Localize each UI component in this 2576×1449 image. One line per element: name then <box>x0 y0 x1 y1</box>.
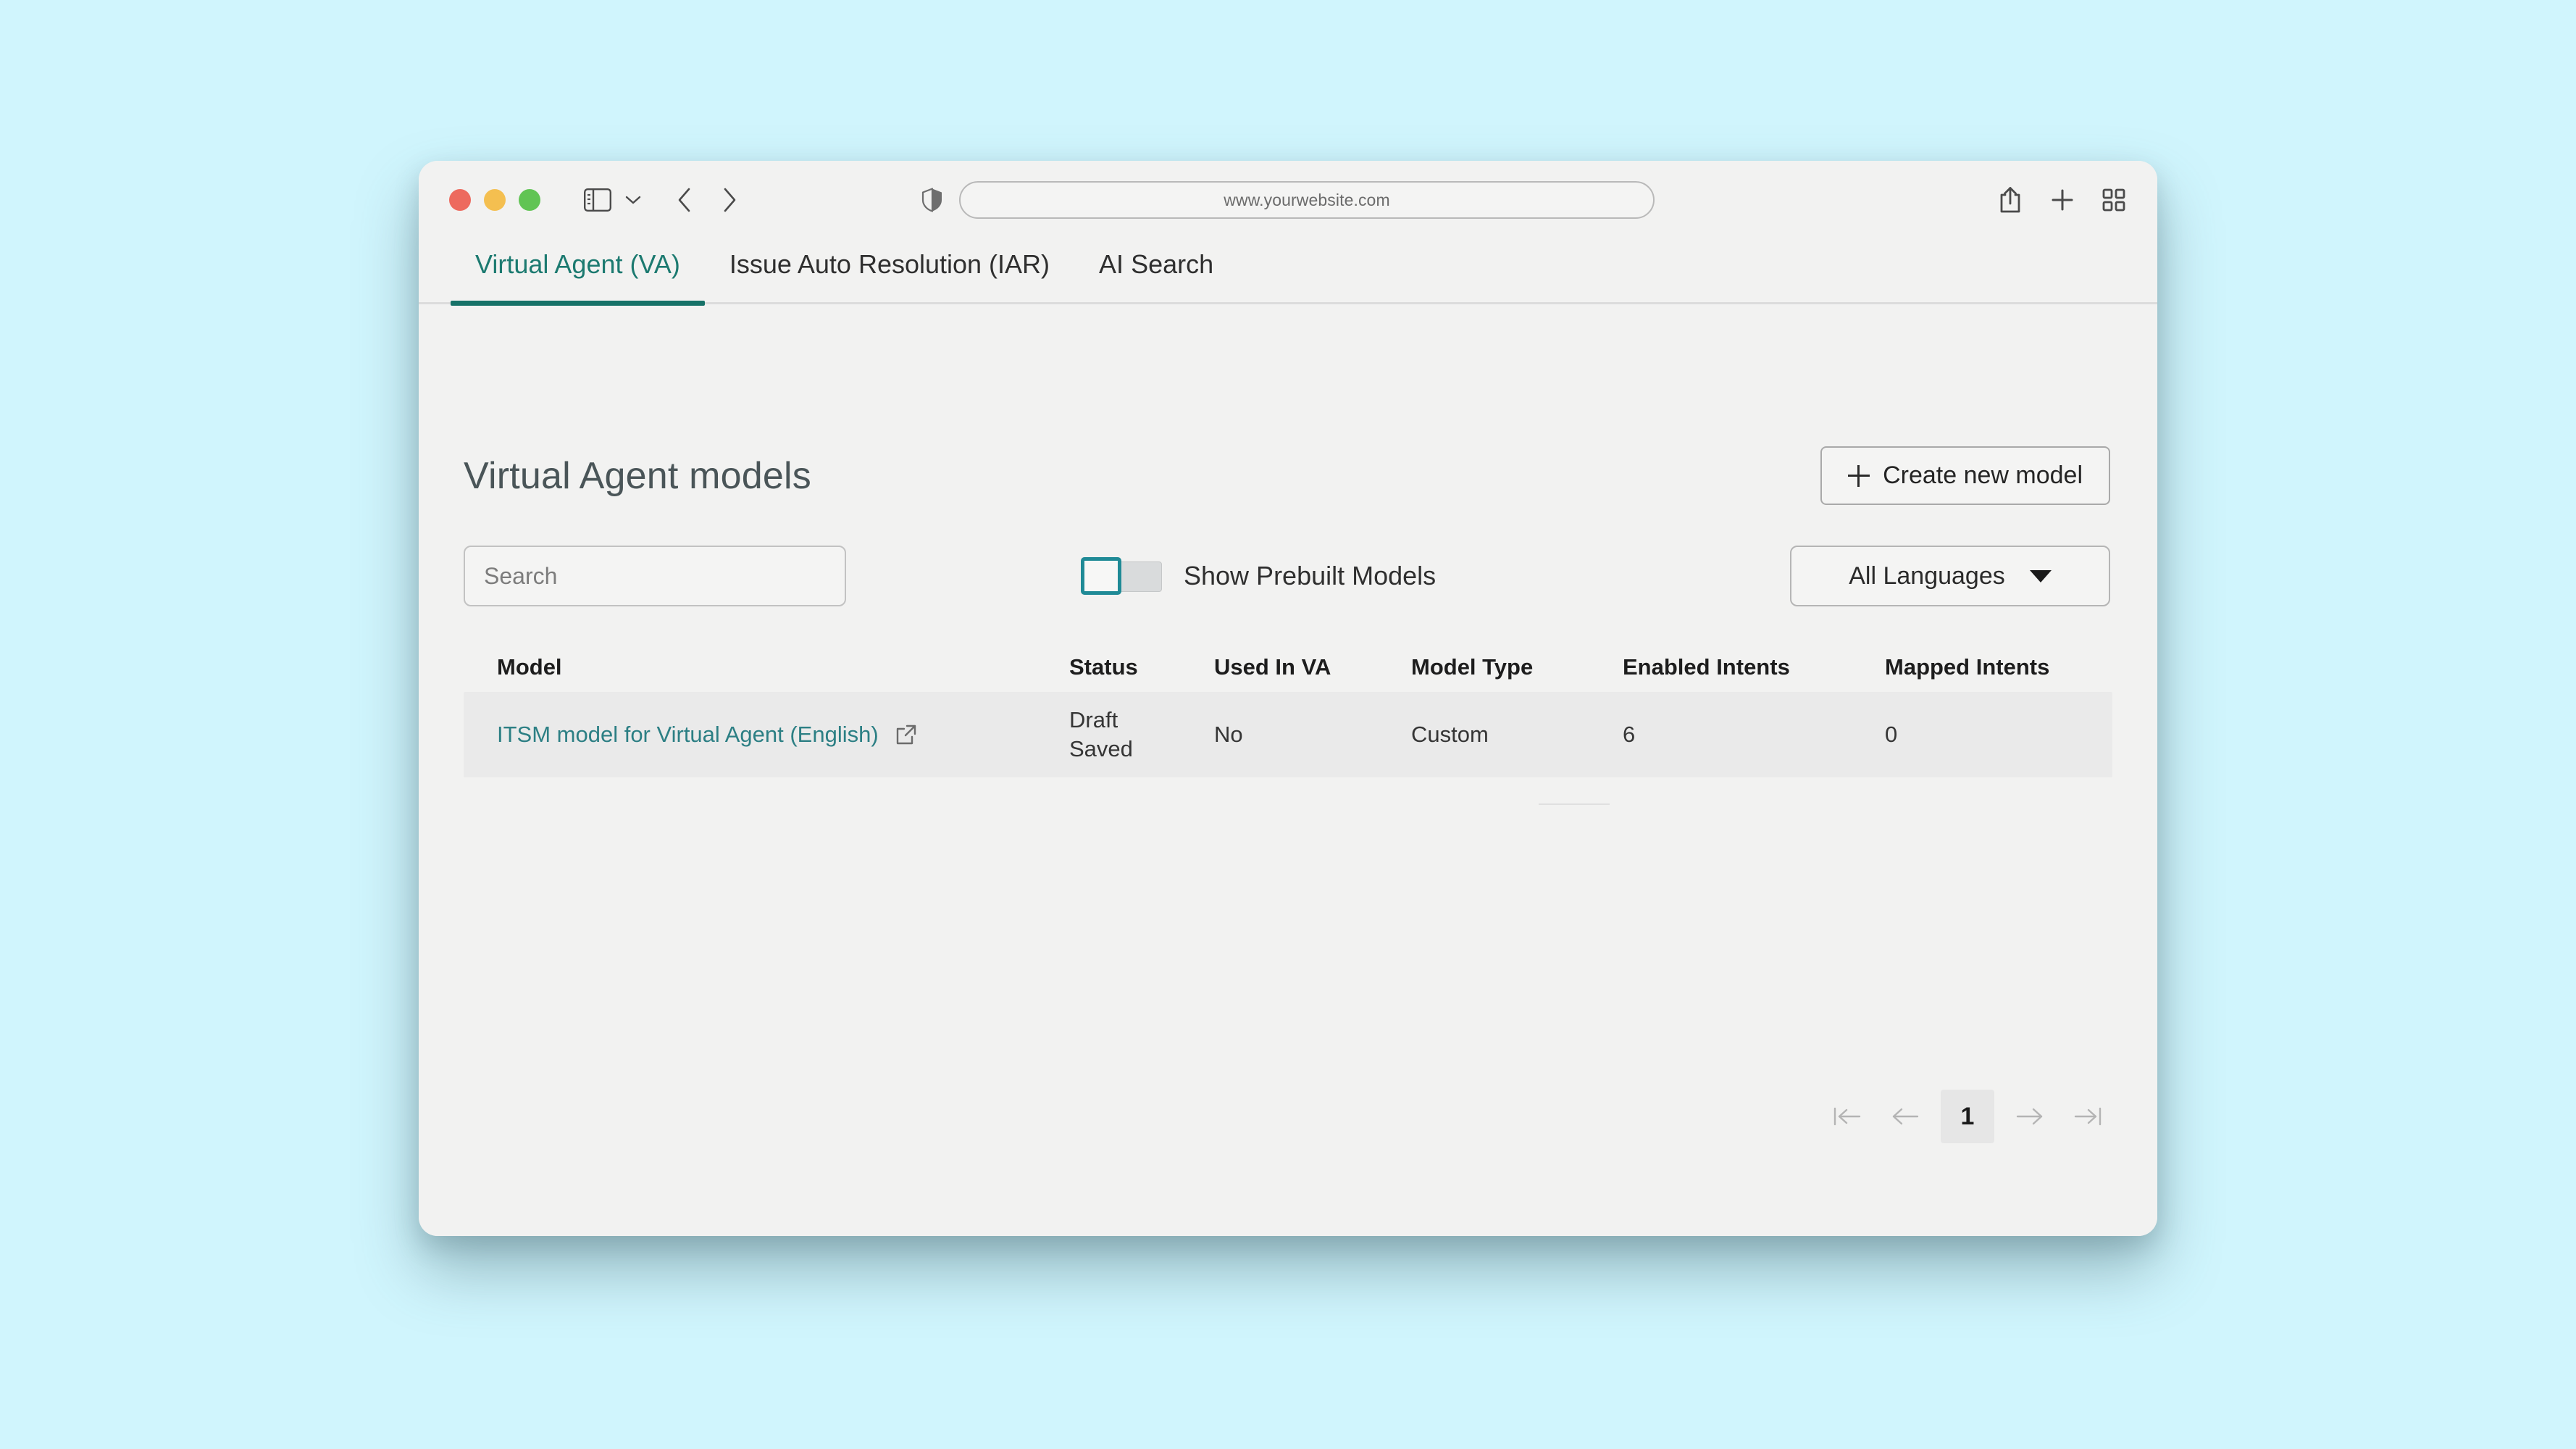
browser-nav-group <box>578 183 752 217</box>
browser-toolbar-right <box>1998 186 2125 214</box>
tab-ai-search[interactable]: AI Search <box>1074 239 1238 312</box>
url-input[interactable]: www.yourwebsite.com <box>959 181 1655 219</box>
show-prebuilt-models-group: Show Prebuilt Models <box>1081 557 1436 595</box>
sidebar-icon[interactable] <box>578 183 617 217</box>
table-header-row: Model Status Used In VA Model Type Enabl… <box>464 643 2112 692</box>
column-header-model: Model <box>497 654 562 680</box>
column-header-mapped-intents: Mapped Intents <box>1885 654 2050 680</box>
models-table: Model Status Used In VA Model Type Enabl… <box>464 643 2112 805</box>
column-header-status: Status <box>1069 654 1138 680</box>
filter-bar: Show Prebuilt Models All Languages <box>464 546 2112 606</box>
toggle-knob <box>1081 557 1121 595</box>
tab-overview-icon[interactable] <box>2102 188 2125 212</box>
shield-icon[interactable] <box>921 188 943 212</box>
back-arrow-icon[interactable] <box>662 183 707 217</box>
close-window-button[interactable] <box>449 189 471 211</box>
page-content: Virtual Agent models Create new model Sh… <box>419 312 2157 1236</box>
tab-label: Virtual Agent (VA) <box>475 249 680 279</box>
first-page-button[interactable] <box>1825 1094 1870 1139</box>
cell-model-type: Custom <box>1411 722 1489 747</box>
cell-enabled-intents: 6 <box>1623 722 1636 747</box>
tab-label: AI Search <box>1099 249 1214 279</box>
tab-issue-auto-resolution[interactable]: Issue Auto Resolution (IAR) <box>705 239 1074 312</box>
page-header: Virtual Agent models Create new model <box>464 312 2112 505</box>
external-link-icon[interactable] <box>895 723 918 746</box>
last-page-button[interactable] <box>2065 1094 2110 1139</box>
share-icon[interactable] <box>1998 186 2023 214</box>
page-number-1[interactable]: 1 <box>1941 1090 1994 1143</box>
traffic-lights <box>449 189 540 211</box>
chevron-down-icon <box>2029 569 2052 582</box>
model-name-link[interactable]: ITSM model for Virtual Agent (English) <box>497 722 879 748</box>
url-text: www.yourwebsite.com <box>1224 190 1390 209</box>
create-new-model-button[interactable]: Create new model <box>1820 446 2110 505</box>
show-prebuilt-models-toggle[interactable] <box>1081 557 1162 595</box>
minimize-window-button[interactable] <box>484 189 506 211</box>
column-header-used-in-va: Used In VA <box>1214 654 1331 680</box>
next-page-button[interactable] <box>2007 1094 2052 1139</box>
show-prebuilt-models-label: Show Prebuilt Models <box>1184 561 1437 590</box>
tab-label: Issue Auto Resolution (IAR) <box>729 249 1050 279</box>
browser-titlebar: www.yourwebsite.com <box>419 161 2157 239</box>
cell-mapped-intents: 0 <box>1885 722 1898 747</box>
cell-used-in-va: No <box>1214 722 1243 747</box>
tab-virtual-agent[interactable]: Virtual Agent (VA) <box>451 239 705 312</box>
language-filter-value: All Languages <box>1849 561 2005 590</box>
column-header-model-type: Model Type <box>1411 654 1534 680</box>
table-row[interactable]: ITSM model for Virtual Agent (English) D… <box>464 692 2112 777</box>
cell-model: ITSM model for Virtual Agent (English) <box>497 722 1069 748</box>
tab-strip: Virtual Agent (VA) Issue Auto Resolution… <box>419 239 2157 312</box>
status-line-1: Draft <box>1069 707 1118 733</box>
chevron-down-icon[interactable] <box>619 183 648 217</box>
cell-status: Draft Saved <box>1069 706 1214 763</box>
create-new-model-label: Create new model <box>1883 462 2083 489</box>
maximize-window-button[interactable] <box>519 189 540 211</box>
table-divider <box>1539 803 1610 805</box>
forward-arrow-icon[interactable] <box>707 183 752 217</box>
page-title: Virtual Agent models <box>464 454 811 497</box>
search-input[interactable] <box>464 546 846 606</box>
language-filter-dropdown[interactable]: All Languages <box>1790 546 2110 606</box>
column-header-enabled-intents: Enabled Intents <box>1623 654 1790 680</box>
status-line-2: Saved <box>1069 736 1133 761</box>
previous-page-button[interactable] <box>1883 1094 1928 1139</box>
new-tab-icon[interactable] <box>2050 188 2075 212</box>
plus-icon <box>1848 464 1870 487</box>
browser-window: www.yourwebsite.com Virtual Agent (VA) I… <box>419 161 2157 1236</box>
pagination: 1 <box>1825 1090 2110 1143</box>
